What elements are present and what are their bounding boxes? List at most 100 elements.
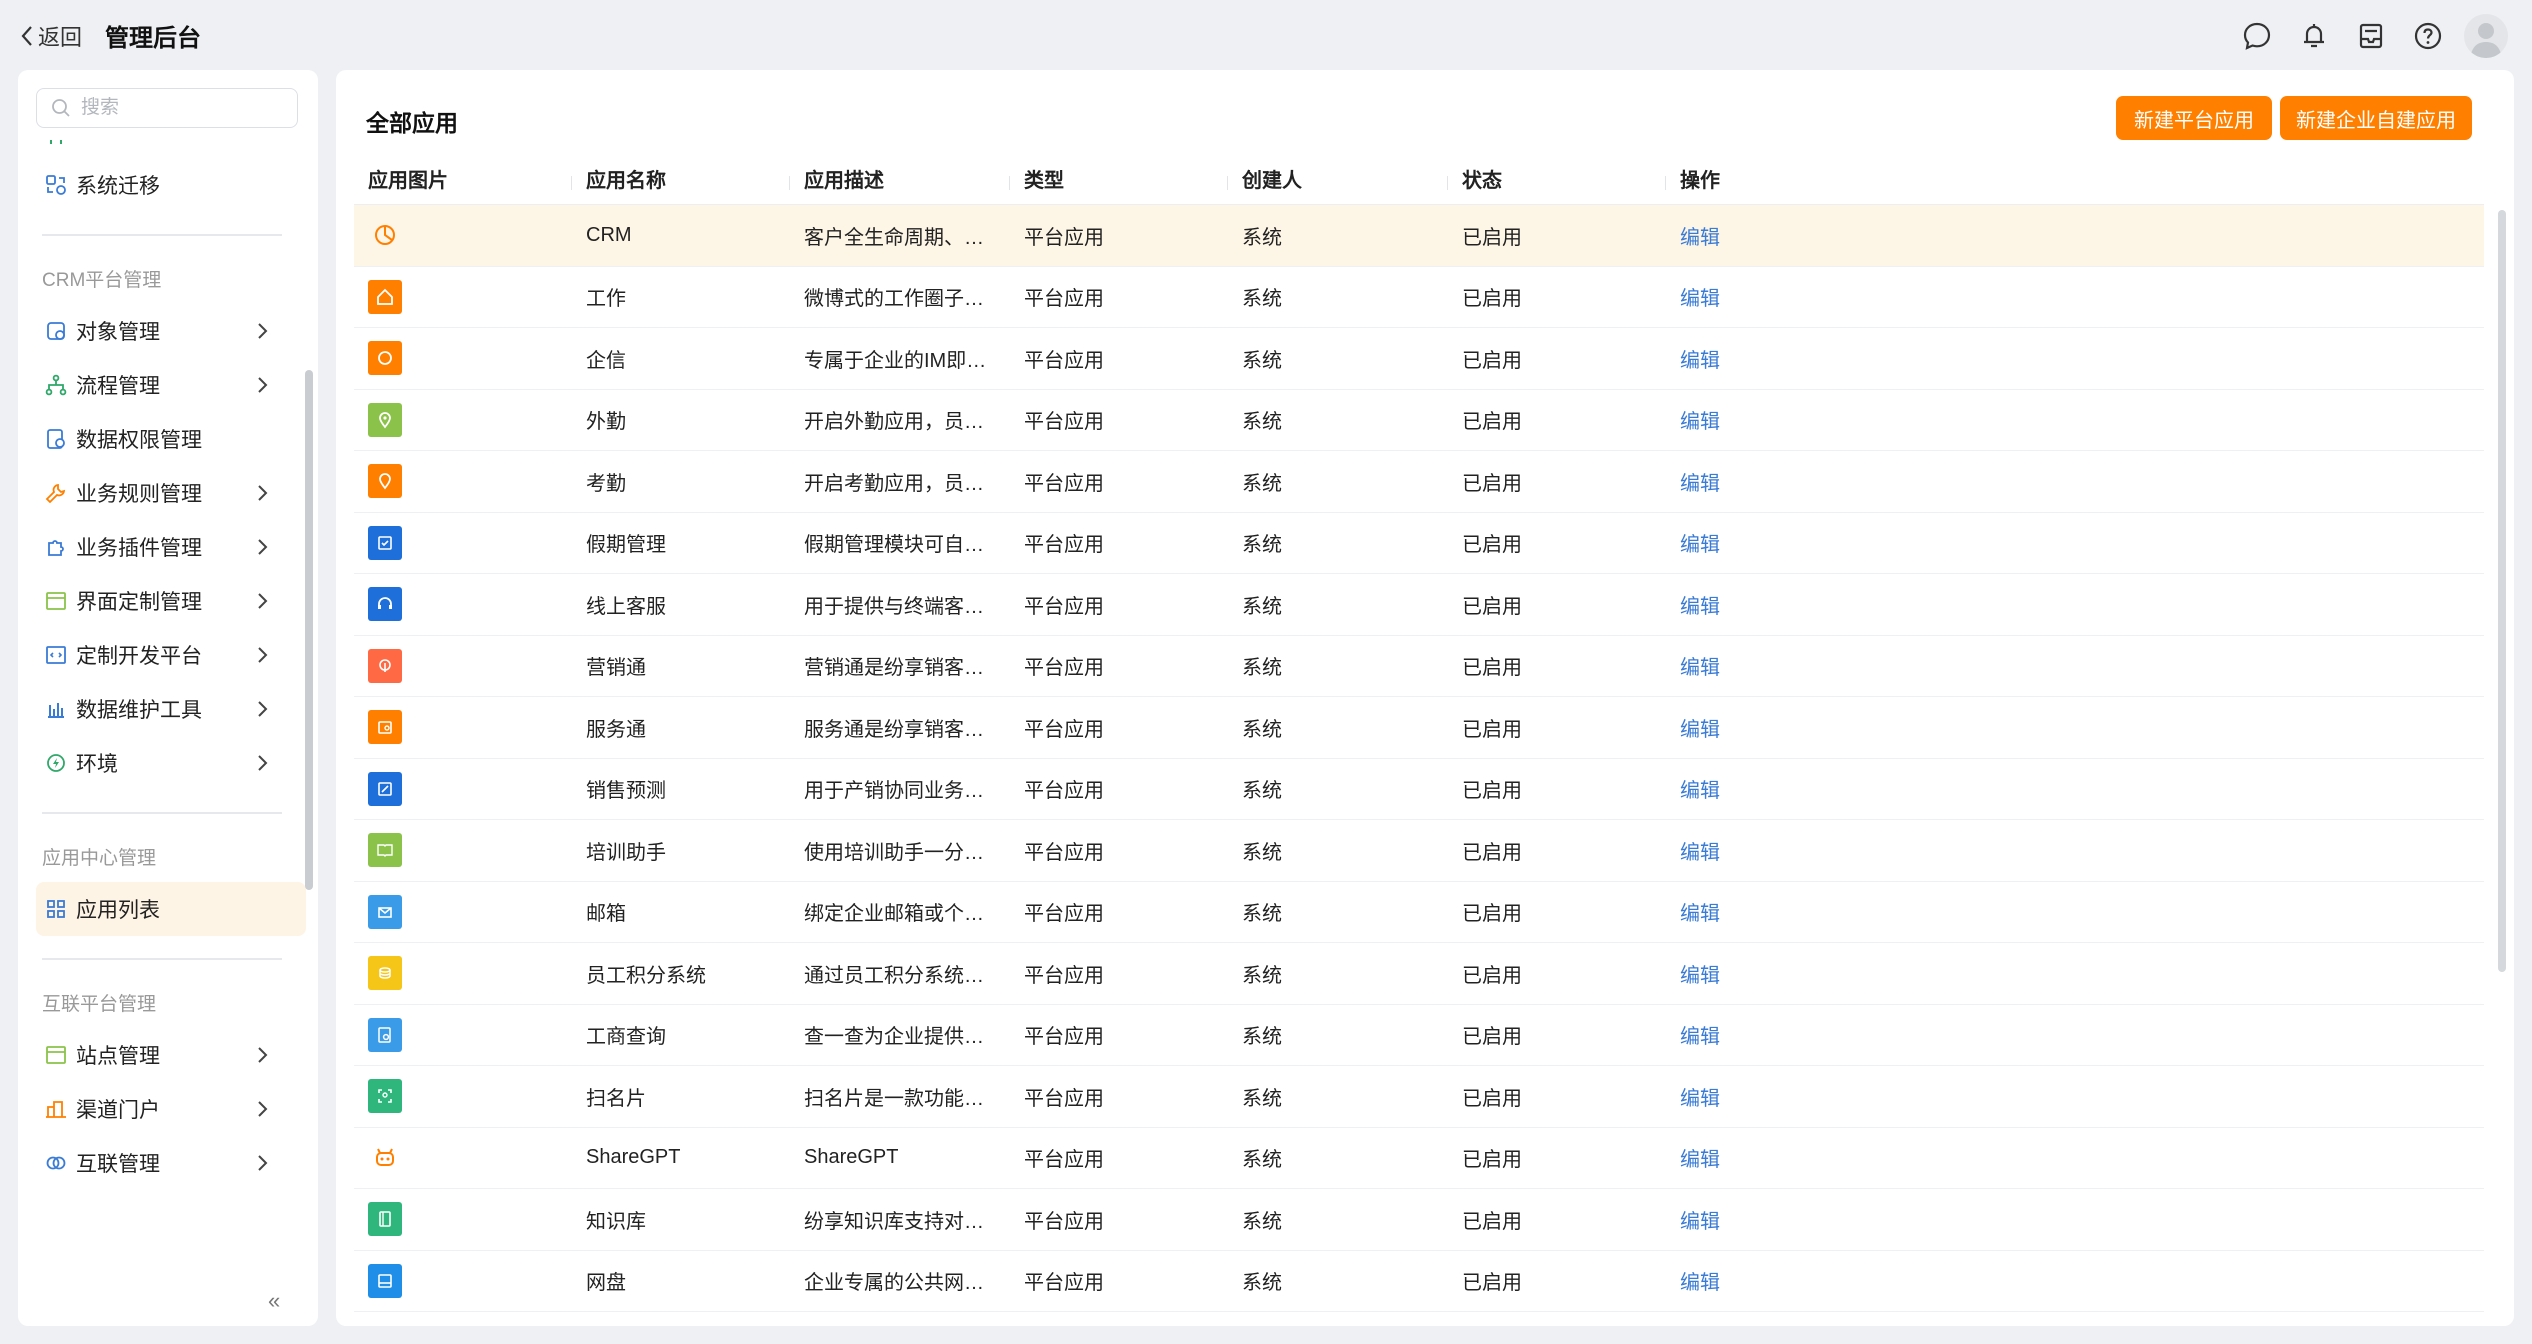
- edit-link[interactable]: 编辑: [1680, 473, 1720, 495]
- edit-link[interactable]: 编辑: [1680, 411, 1720, 433]
- new-enterprise-app-button[interactable]: 新建企业自建应用: [2280, 96, 2472, 140]
- sidebar-scrollbar[interactable]: [305, 370, 313, 890]
- column-header[interactable]: 状态: [1448, 158, 1666, 204]
- column-header-label: 应用描述: [804, 170, 884, 192]
- edit-link[interactable]: 编辑: [1680, 719, 1720, 741]
- edit-link[interactable]: 编辑: [1680, 534, 1720, 556]
- sidebar-item-object[interactable]: 对象管理: [18, 304, 318, 358]
- edit-link[interactable]: 编辑: [1680, 1149, 1720, 1171]
- table-row[interactable]: 邮箱 绑定企业邮箱或个… 平台应用 系统 已启用 编辑: [354, 882, 2484, 943]
- edit-link[interactable]: 编辑: [1680, 1211, 1720, 1233]
- chevron-right-icon: [256, 1154, 268, 1178]
- edit-link[interactable]: 编辑: [1680, 350, 1720, 372]
- sidebar-item-system-migration[interactable]: 系统迁移: [18, 158, 318, 212]
- sidebar-item-data-permission[interactable]: 数据权限管理: [18, 412, 318, 466]
- app-creator: 系统: [1242, 411, 1282, 434]
- edit-link[interactable]: 编辑: [1680, 1088, 1720, 1110]
- bell-icon[interactable]: [2294, 16, 2334, 56]
- table-scrollbar[interactable]: [2498, 210, 2506, 972]
- calendar-check-icon: [368, 525, 402, 560]
- sidebar-item-bar-chart[interactable]: 数据维护工具: [18, 682, 318, 736]
- app-creator: 系统: [1242, 657, 1282, 680]
- table-row[interactable]: 服务通 服务通是纷享销客… 平台应用 系统 已启用 编辑: [354, 697, 2484, 759]
- sidebar-nav: 系统迁移 CRM平台管理 对象管理 流程管理 数据权限管理 业务规则管理 业务插件管理 界面…: [18, 140, 318, 1280]
- search-box[interactable]: [36, 88, 298, 128]
- marketing-icon: [368, 648, 402, 683]
- table-row[interactable]: ShareGPT ShareGPT 平台应用 系统 已启用 编辑: [354, 1128, 2484, 1189]
- sidebar-item-layout[interactable]: 界面定制管理: [18, 574, 318, 628]
- sidebar-item-grid[interactable]: 应用列表: [36, 882, 306, 936]
- edit-link[interactable]: 编辑: [1680, 903, 1720, 925]
- table-row[interactable]: 培训助手 使用培训助手一分… 平台应用 系统 已启用 编辑: [354, 820, 2484, 882]
- sidebar-item-link[interactable]: 互联管理: [18, 1136, 318, 1190]
- sidebar-item-label: 站点管理: [76, 1045, 160, 1068]
- app-description: 假期管理模块可自…: [804, 534, 984, 557]
- table-row[interactable]: 企信 专属于企业的IM即… 平台应用 系统 已启用 编辑: [354, 328, 2484, 390]
- table-row[interactable]: 假期管理 假期管理模块可自… 平台应用 系统 已启用 编辑: [354, 513, 2484, 574]
- table-row[interactable]: 销售预测 用于产销协同业务… 平台应用 系统 已启用 编辑: [354, 759, 2484, 820]
- table-row[interactable]: 员工积分系统 通过员工积分系统… 平台应用 系统 已启用 编辑: [354, 943, 2484, 1005]
- edit-link[interactable]: 编辑: [1680, 842, 1720, 864]
- new-platform-app-button[interactable]: 新建平台应用: [2116, 96, 2272, 140]
- app-description: 纷享知识库支持对…: [804, 1210, 984, 1233]
- code-icon: [42, 641, 70, 669]
- sidebar-item-code[interactable]: 定制开发平台: [18, 628, 318, 682]
- column-header[interactable]: 创建人: [1228, 158, 1448, 204]
- app-type: 平台应用: [1024, 411, 1104, 434]
- avatar[interactable]: [2464, 14, 2508, 58]
- search-input[interactable]: [79, 96, 283, 120]
- table-row[interactable]: CRM 客户全生命周期、… 平台应用 系统 已启用 编辑: [354, 205, 2484, 267]
- app-image-cell: [354, 464, 572, 499]
- sidebar-item-building[interactable]: 渠道门户: [18, 1082, 318, 1136]
- sidebar-item-puzzle[interactable]: 业务插件管理: [18, 520, 318, 574]
- edit-link[interactable]: 编辑: [1680, 596, 1720, 618]
- table-row[interactable]: 工商查询 查一查为企业提供… 平台应用 系统 已启用 编辑: [354, 1005, 2484, 1066]
- scan-icon: [368, 1079, 402, 1114]
- app-type: 平台应用: [1024, 657, 1104, 680]
- inbox-icon[interactable]: [2351, 16, 2391, 56]
- column-header[interactable]: 应用描述: [790, 158, 1010, 204]
- edit-link[interactable]: 编辑: [1680, 288, 1720, 310]
- table-row[interactable]: 扫名片 扫名片是一款功能… 平台应用 系统 已启用 编辑: [354, 1066, 2484, 1128]
- table-row[interactable]: 营销通 营销通是纷享销客… 平台应用 系统 已启用 编辑: [354, 636, 2484, 697]
- app-image-cell: [354, 402, 572, 437]
- app-creator: 系统: [1242, 1026, 1282, 1049]
- table-row[interactable]: 网盘 企业专属的公共网… 平台应用 系统 已启用 编辑: [354, 1251, 2484, 1312]
- app-status: 已启用: [1462, 288, 1522, 311]
- back-button[interactable]: 返回: [20, 20, 82, 52]
- sidebar-item-label: 数据权限管理: [76, 429, 202, 452]
- disk-icon: [368, 1263, 402, 1298]
- table-row[interactable]: 外勤 开启外勤应用，员… 平台应用 系统 已启用 编辑: [354, 390, 2484, 451]
- table-row[interactable]: 考勤 开启考勤应用，员… 平台应用 系统 已启用 编辑: [354, 451, 2484, 513]
- sidebar-item-environment[interactable]: 环境: [18, 736, 318, 790]
- data-permission-icon: [42, 425, 70, 453]
- column-header[interactable]: 应用名称: [572, 158, 790, 204]
- sidebar-item-partial[interactable]: [18, 140, 318, 158]
- action-cell: 编辑: [1666, 1205, 2484, 1234]
- table-row[interactable]: 线上客服 用于提供与终端客… 平台应用 系统 已启用 编辑: [354, 574, 2484, 636]
- edit-link[interactable]: 编辑: [1680, 227, 1720, 249]
- app-creator: 系统: [1242, 1149, 1282, 1172]
- sidebar-item-site[interactable]: 站点管理: [18, 1028, 318, 1082]
- chat-icon[interactable]: [2237, 16, 2277, 56]
- table-row[interactable]: 工作 微博式的工作圈子… 平台应用 系统 已启用 编辑: [354, 267, 2484, 328]
- sidebar-item-flow[interactable]: 流程管理: [18, 358, 318, 412]
- edit-link[interactable]: 编辑: [1680, 965, 1720, 987]
- edit-link[interactable]: 编辑: [1680, 1026, 1720, 1048]
- action-cell: 编辑: [1666, 1266, 2484, 1295]
- help-icon[interactable]: [2408, 16, 2448, 56]
- edit-link[interactable]: 编辑: [1680, 657, 1720, 679]
- partial-icon: [42, 140, 70, 149]
- app-type: 平台应用: [1024, 472, 1104, 495]
- column-header-label: 创建人: [1242, 170, 1302, 192]
- column-header[interactable]: 应用图片: [354, 158, 572, 204]
- table-row[interactable]: 知识库 纷享知识库支持对… 平台应用 系统 已启用 编辑: [354, 1189, 2484, 1251]
- edit-link[interactable]: 编辑: [1680, 1272, 1720, 1294]
- sidebar-divider: [42, 958, 282, 960]
- sidebar-item-wrench[interactable]: 业务规则管理: [18, 466, 318, 520]
- column-header[interactable]: 操作: [1666, 158, 2484, 204]
- column-header[interactable]: 类型: [1010, 158, 1228, 204]
- edit-link[interactable]: 编辑: [1680, 780, 1720, 802]
- collapse-sidebar-button[interactable]: «: [268, 1288, 280, 1314]
- column-header-label: 类型: [1024, 170, 1064, 192]
